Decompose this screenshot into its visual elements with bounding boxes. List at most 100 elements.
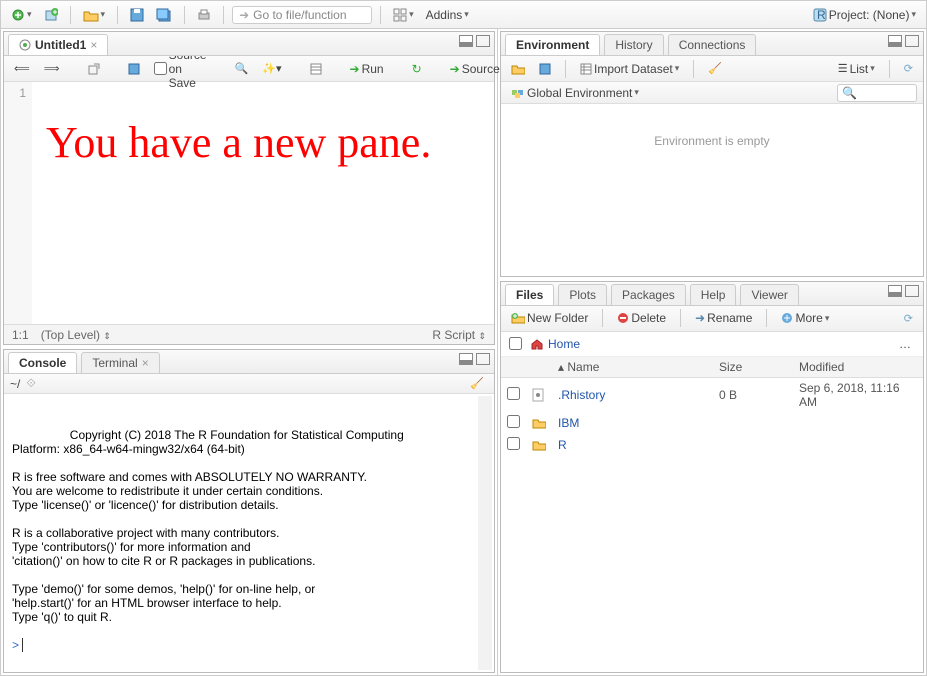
col-modified[interactable]: Modified <box>793 357 923 378</box>
line-gutter: 1 <box>4 82 32 324</box>
new-project-icon[interactable] <box>40 6 62 24</box>
find-icon[interactable]: 🔍 <box>231 60 253 77</box>
minimize-env-icon[interactable] <box>888 35 902 47</box>
file-modified <box>793 434 923 456</box>
console-path: ~/ <box>10 377 20 391</box>
svg-text:R: R <box>817 8 826 22</box>
clear-env-icon[interactable]: 🧹 <box>704 60 726 77</box>
file-name[interactable]: IBM <box>552 412 713 434</box>
project-menu[interactable]: R Project: (None) ▾ <box>809 6 920 24</box>
console-output[interactable]: Copyright (C) 2018 The R Foundation for … <box>4 394 494 672</box>
scope-selector[interactable]: (Top Level) ⇕ <box>41 328 111 342</box>
maximize-pane-icon[interactable] <box>476 35 490 47</box>
select-all-checkbox[interactable] <box>509 337 522 350</box>
save-icon[interactable] <box>126 6 148 24</box>
import-dataset-button[interactable]: Import Dataset ▾ <box>576 60 683 78</box>
tab-terminal[interactable]: Terminal × <box>81 352 159 373</box>
source-toolbar: ⟸ ⟹ Source on Save 🔍 ✨▾ ➔ Run ↻ ➔ Source… <box>4 56 494 82</box>
tab-files[interactable]: Files <box>505 284 554 305</box>
close-terminal-icon[interactable]: × <box>142 356 149 370</box>
rscript-icon <box>19 39 31 51</box>
tab-connections[interactable]: Connections <box>668 34 757 55</box>
maximize-files-icon[interactable] <box>905 285 919 297</box>
view-mode-selector[interactable]: ☰ List ▾ <box>834 60 879 78</box>
col-size[interactable]: Size <box>713 357 793 378</box>
tab-packages[interactable]: Packages <box>611 284 686 305</box>
maximize-env-icon[interactable] <box>905 35 919 47</box>
folder-icon <box>526 412 552 434</box>
close-tab-icon[interactable]: × <box>90 38 97 52</box>
tab-environment[interactable]: Environment <box>505 34 600 55</box>
file-size: 0 B <box>713 377 793 412</box>
file-modified <box>793 412 923 434</box>
wand-icon[interactable]: ✨▾ <box>258 60 285 77</box>
file-size <box>713 412 793 434</box>
tab-plots[interactable]: Plots <box>558 284 607 305</box>
clear-console-icon[interactable]: 🧹 <box>466 375 488 392</box>
refresh-env-icon[interactable]: ⟳ <box>900 60 917 77</box>
minimize-files-icon[interactable] <box>888 285 902 297</box>
grid-icon[interactable]: ▾ <box>389 6 418 24</box>
home-crumb[interactable]: Home <box>548 337 580 351</box>
tab-history[interactable]: History <box>604 34 663 55</box>
cursor-position: 1:1 <box>12 328 29 342</box>
file-row[interactable]: IBM <box>501 412 923 434</box>
file-icon <box>526 377 552 412</box>
console-path-bar: ~/ ⟐ 🧹 <box>4 374 494 394</box>
run-button[interactable]: ➔ Run <box>346 60 388 78</box>
back-icon[interactable]: ⟸ <box>10 60 34 77</box>
tab-console[interactable]: Console <box>8 352 77 373</box>
source-tab[interactable]: Untitled1 × <box>8 34 108 55</box>
source-editor[interactable]: 1 You have a new pane. <box>4 82 494 324</box>
env-search-input[interactable]: 🔍 <box>837 84 917 102</box>
col-name[interactable]: ▴ Name <box>552 357 713 378</box>
files-table: ▴ Name Size Modified .Rhistory0 BSep 6, … <box>501 357 923 456</box>
addins-menu[interactable]: Addins ▾ <box>422 6 473 24</box>
file-name[interactable]: .Rhistory <box>552 377 713 412</box>
save-source-icon[interactable] <box>124 61 144 77</box>
console-path-icon[interactable]: ⟐ <box>26 376 35 391</box>
maximize-console-icon[interactable] <box>476 353 490 365</box>
forward-icon[interactable]: ⟹ <box>40 60 64 77</box>
file-row[interactable]: R <box>501 434 923 456</box>
notebook-icon[interactable] <box>306 61 326 77</box>
popout-icon[interactable] <box>84 61 104 77</box>
row-checkbox[interactable] <box>507 437 520 450</box>
row-checkbox[interactable] <box>507 387 520 400</box>
rename-button[interactable]: ➜ Rename <box>691 309 756 327</box>
files-tabbar: Files Plots Packages Help Viewer <box>501 282 923 306</box>
rerun-icon[interactable]: ↻ <box>408 60 426 78</box>
goto-placeholder: Go to file/function <box>253 8 346 22</box>
new-file-icon[interactable]: ▾ <box>7 6 36 24</box>
source-statusbar: 1:1 (Top Level) ⇕ R Script ⇕ <box>4 324 494 344</box>
env-empty-message: Environment is empty <box>501 104 923 276</box>
open-file-icon[interactable]: ▾ <box>79 6 110 24</box>
more-button[interactable]: More ▾ <box>777 309 833 327</box>
env-scope-selector[interactable]: Global Environment ▾ <box>507 84 643 102</box>
folder-icon <box>526 434 552 456</box>
more-path-icon[interactable]: … <box>895 335 915 353</box>
goto-file-input[interactable]: ➜Go to file/function <box>232 6 372 24</box>
minimize-pane-icon[interactable] <box>459 35 473 47</box>
source-tab-title: Untitled1 <box>35 38 86 52</box>
new-folder-button[interactable]: New Folder <box>507 309 592 327</box>
save-workspace-icon[interactable] <box>535 61 555 77</box>
tab-help[interactable]: Help <box>690 284 737 305</box>
row-checkbox[interactable] <box>507 415 520 428</box>
console-text: Copyright (C) 2018 The R Foundation for … <box>12 428 404 624</box>
home-icon[interactable] <box>530 338 544 350</box>
refresh-files-icon[interactable]: ⟳ <box>900 310 917 327</box>
file-row[interactable]: .Rhistory0 BSep 6, 2018, 11:16 AM <box>501 377 923 412</box>
annotation-overlay: You have a new pane. <box>46 112 431 174</box>
minimize-console-icon[interactable] <box>459 353 473 365</box>
console-prompt: > <box>12 638 22 652</box>
print-icon[interactable] <box>193 6 215 24</box>
load-workspace-icon[interactable] <box>507 61 529 77</box>
delete-button[interactable]: Delete <box>613 309 670 327</box>
tab-viewer[interactable]: Viewer <box>740 284 798 305</box>
file-name[interactable]: R <box>552 434 713 456</box>
save-all-icon[interactable] <box>152 6 176 24</box>
file-type-selector[interactable]: R Script ⇕ <box>432 328 486 342</box>
source-tabbar: Untitled1 × <box>4 32 494 56</box>
main-toolbar: ▾ ▾ ➜Go to file/function ▾ Addins ▾ R Pr… <box>1 1 926 29</box>
